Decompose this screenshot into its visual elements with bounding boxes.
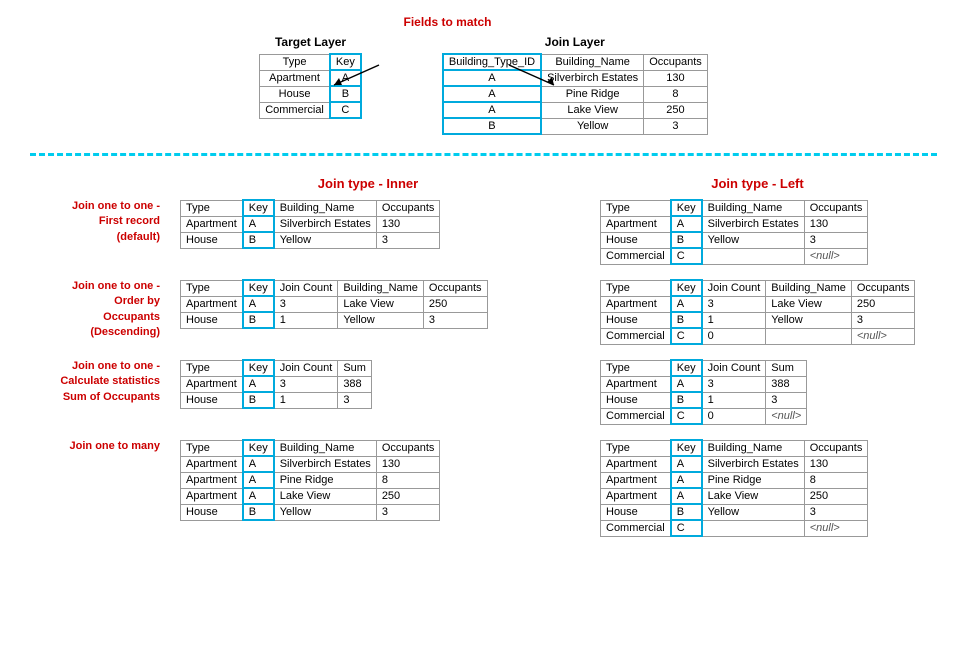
fields-to-match-label: Fields to match [404, 15, 492, 29]
join-label-1: Join one to one -Order byOccupants(Desce… [10, 279, 170, 341]
left-table-wrap-0: TypeKeyBuilding_NameOccupantsApartmentAS… [600, 199, 957, 265]
join-row-2: Join one to one -Calculate statisticsSum… [10, 359, 957, 425]
join-layer-label: Join Layer [442, 35, 708, 49]
left-arrow [324, 60, 384, 90]
inner-table-wrap-1: TypeKeyJoin CountBuilding_NameOccupantsA… [180, 279, 550, 329]
join-row-0: Join one to one -First record(default)Ty… [10, 199, 957, 265]
data-table: TypeKeyJoin CountSumApartmentA3388HouseB… [180, 359, 372, 409]
left-join-header: Join type - Left [558, 176, 957, 191]
join-label-0: Join one to one -First record(default) [10, 199, 170, 245]
join-rows-container: Join one to one -First record(default)Ty… [10, 199, 957, 537]
inner-table-wrap-3: TypeKeyBuilding_NameOccupantsApartmentAS… [180, 439, 550, 521]
data-table: TypeKeyJoin CountBuilding_NameOccupantsA… [180, 279, 488, 329]
target-col-type: Type [260, 54, 330, 70]
left-table-wrap-3: TypeKeyBuilding_NameOccupantsApartmentAS… [600, 439, 957, 537]
data-table: TypeKeyJoin CountSumApartmentA3388HouseB… [600, 359, 807, 425]
data-table: TypeKeyBuilding_NameOccupantsApartmentAS… [180, 199, 440, 249]
data-table: TypeKeyBuilding_NameOccupantsApartmentAS… [600, 439, 868, 537]
left-table-wrap-1: TypeKeyJoin CountBuilding_NameOccupantsA… [600, 279, 957, 345]
inner-table-wrap-2: TypeKeyJoin CountSumApartmentA3388HouseB… [180, 359, 550, 409]
data-table: TypeKeyBuilding_NameOccupantsApartmentAS… [180, 439, 440, 521]
data-table: TypeKeyBuilding_NameOccupantsApartmentAS… [600, 199, 868, 265]
left-table-wrap-2: TypeKeyJoin CountSumApartmentA3388HouseB… [600, 359, 957, 425]
data-table: TypeKeyJoin CountBuilding_NameOccupantsA… [600, 279, 915, 345]
join-row-1: Join one to one -Order byOccupants(Desce… [10, 279, 957, 345]
join-label-3: Join one to many [10, 439, 170, 454]
inner-join-header: Join type - Inner [178, 176, 558, 191]
right-arrow [504, 60, 564, 90]
target-layer-label: Target Layer [259, 35, 362, 49]
separator-line [30, 153, 937, 156]
join-row-3: Join one to many TypeKeyBuilding_NameOccu… [10, 439, 957, 537]
section-headers: Join type - Inner Join type - Left [178, 176, 957, 191]
inner-table-wrap-0: TypeKeyBuilding_NameOccupantsApartmentAS… [180, 199, 550, 249]
join-label-2: Join one to one -Calculate statisticsSum… [10, 359, 170, 405]
